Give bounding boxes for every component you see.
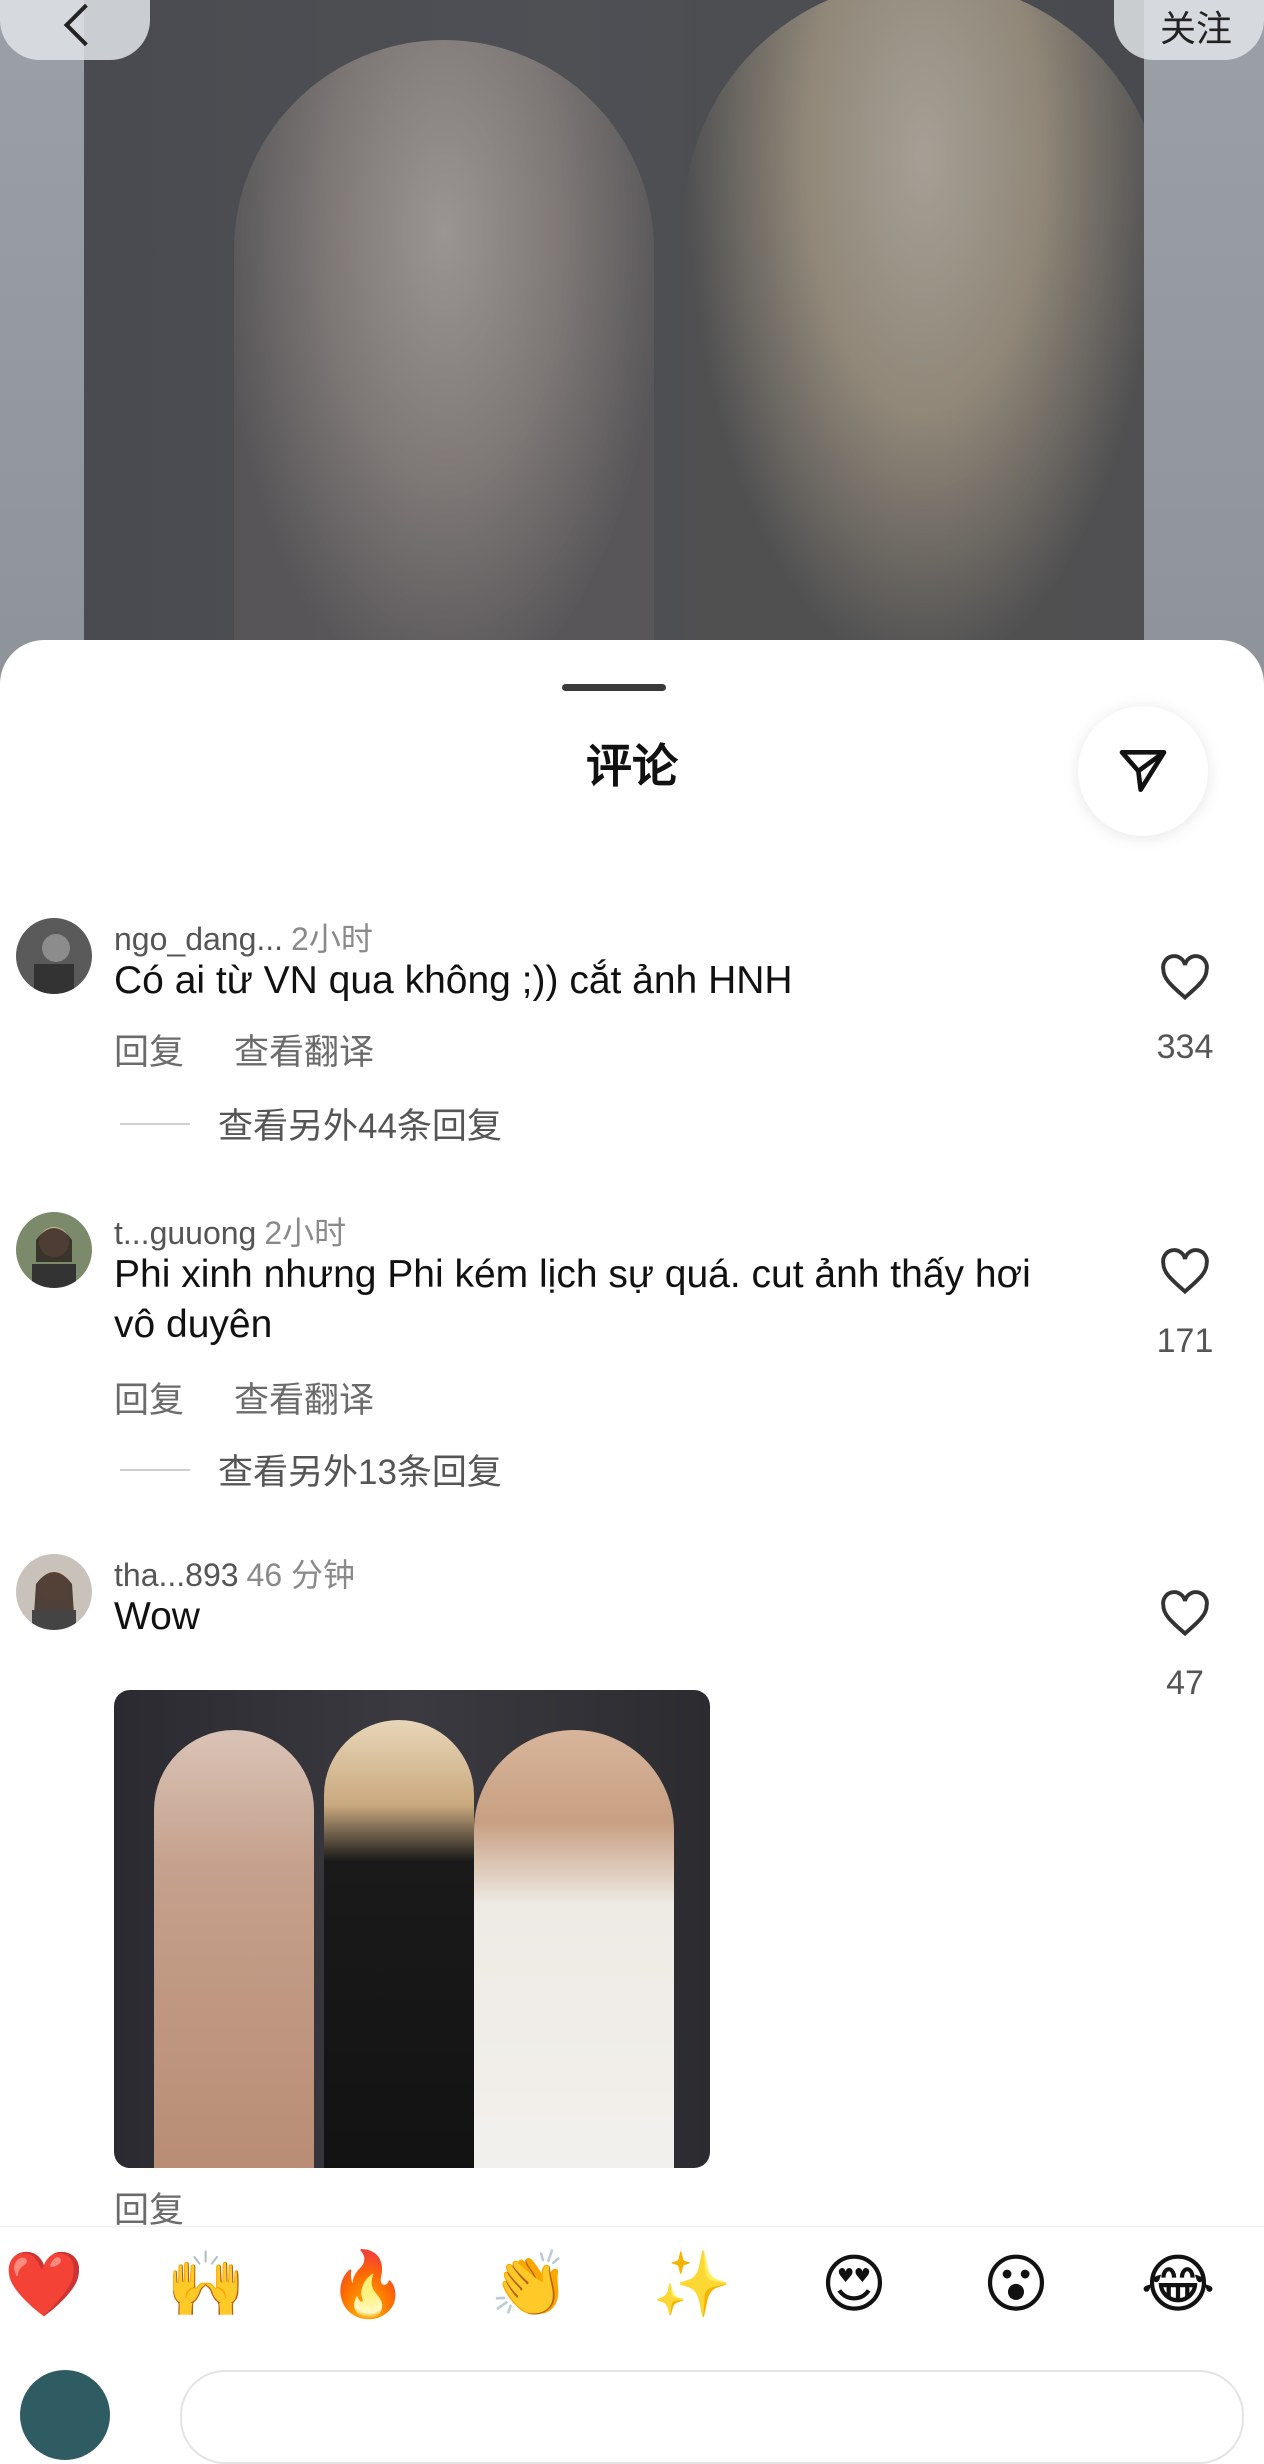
comment-time: 2小时 (291, 921, 373, 957)
like-button[interactable] (1150, 1590, 1220, 1643)
more-replies-label: 查看另外44条回复 (218, 1107, 502, 1146)
emoji-raised-hands[interactable]: 🙌 (166, 2249, 246, 2319)
comment-text: Phi xinh nhưng Phi kém lịch sự quá. cut … (114, 1253, 1031, 1346)
send-icon (1119, 750, 1167, 792)
emoji-surprised[interactable]: 😮 (976, 2249, 1056, 2319)
back-button[interactable] (0, 0, 150, 60)
avatar[interactable] (16, 918, 92, 994)
comments-sheet: 评论 ngo_dang... 2小时 Có ai từ VN qua không … (0, 640, 1264, 2396)
follow-button[interactable]: 关注 (1114, 0, 1264, 60)
translate-button[interactable]: 查看翻译 (234, 1033, 374, 1072)
back-arrow-icon (63, 3, 107, 47)
divider (120, 1468, 190, 1471)
like-count: 334 (1156, 1028, 1214, 1066)
more-replies-label: 查看另外13条回复 (218, 1453, 502, 1492)
follow-label: 关注 (1160, 8, 1233, 49)
photo-person-3 (474, 1730, 674, 2168)
comment-attached-photo[interactable] (114, 1690, 710, 2168)
my-avatar (20, 2370, 110, 2460)
comment-text: Wow (114, 1595, 200, 1638)
photo-person-1 (154, 1730, 314, 2168)
photo-person-2 (324, 1720, 474, 2168)
reply-button[interactable]: 回复 (114, 2191, 184, 2230)
emoji-sparkles[interactable]: ✨ (652, 2249, 732, 2319)
emoji-fire[interactable]: 🔥 (328, 2249, 408, 2319)
comment-time: 46 分钟 (246, 1557, 356, 1593)
sheet-title: 评论 (586, 740, 678, 792)
share-button[interactable] (1078, 706, 1208, 836)
username-text: ngo_dang... (114, 921, 284, 957)
sheet-drag-handle[interactable] (562, 684, 666, 691)
heart-icon (1161, 1248, 1209, 1295)
post-photo (84, 0, 1144, 640)
comment-username[interactable]: ngo_dang... 2小时 (114, 914, 373, 960)
emoji-red-heart[interactable]: ❤️ (4, 2249, 84, 2319)
comment-actions: 回复 查看翻译 (114, 1024, 374, 1075)
divider (120, 1122, 190, 1125)
comment-input-row (0, 2370, 1264, 2464)
emoji-clapping[interactable]: 👏 (490, 2249, 570, 2319)
emoji-heart-eyes[interactable]: 😍 (814, 2249, 894, 2319)
heart-icon (1161, 1590, 1209, 1637)
comment-actions: 回复 查看翻译 (114, 1372, 374, 1423)
like-count: 47 (1166, 1664, 1204, 1702)
translate-button[interactable]: 查看翻译 (234, 1381, 374, 1420)
comment-input[interactable] (180, 2370, 1244, 2464)
avatar[interactable] (16, 1212, 92, 1288)
heart-icon (1161, 954, 1209, 1001)
emoji-tears-of-joy[interactable]: 😂 (1138, 2249, 1218, 2319)
like-count: 171 (1156, 1322, 1214, 1360)
comment-username[interactable]: tha...893 46 分钟 (114, 1550, 355, 1596)
comment-text: Có ai từ VN qua không ;)) cắt ảnh HNH (114, 959, 793, 1002)
username-text: tha...893 (114, 1557, 239, 1593)
view-more-replies[interactable]: 查看另外44条回复 (120, 1098, 502, 1149)
like-button[interactable] (1150, 954, 1220, 1007)
reply-button[interactable]: 回复 (114, 1033, 184, 1072)
emoji-quick-bar: ❤️ 🙌 🔥 👏 ✨ 😍 😮 😂 (0, 2226, 1264, 2337)
photo-dim-overlay (84, 0, 1144, 640)
like-button[interactable] (1150, 1248, 1220, 1301)
reply-button[interactable]: 回复 (114, 1381, 184, 1420)
comment-username[interactable]: t...guuong 2小时 (114, 1208, 346, 1254)
avatar[interactable] (16, 1554, 92, 1630)
username-text: t...guuong (114, 1215, 257, 1251)
view-more-replies[interactable]: 查看另外13条回复 (120, 1444, 502, 1495)
comment-time: 2小时 (264, 1215, 347, 1251)
